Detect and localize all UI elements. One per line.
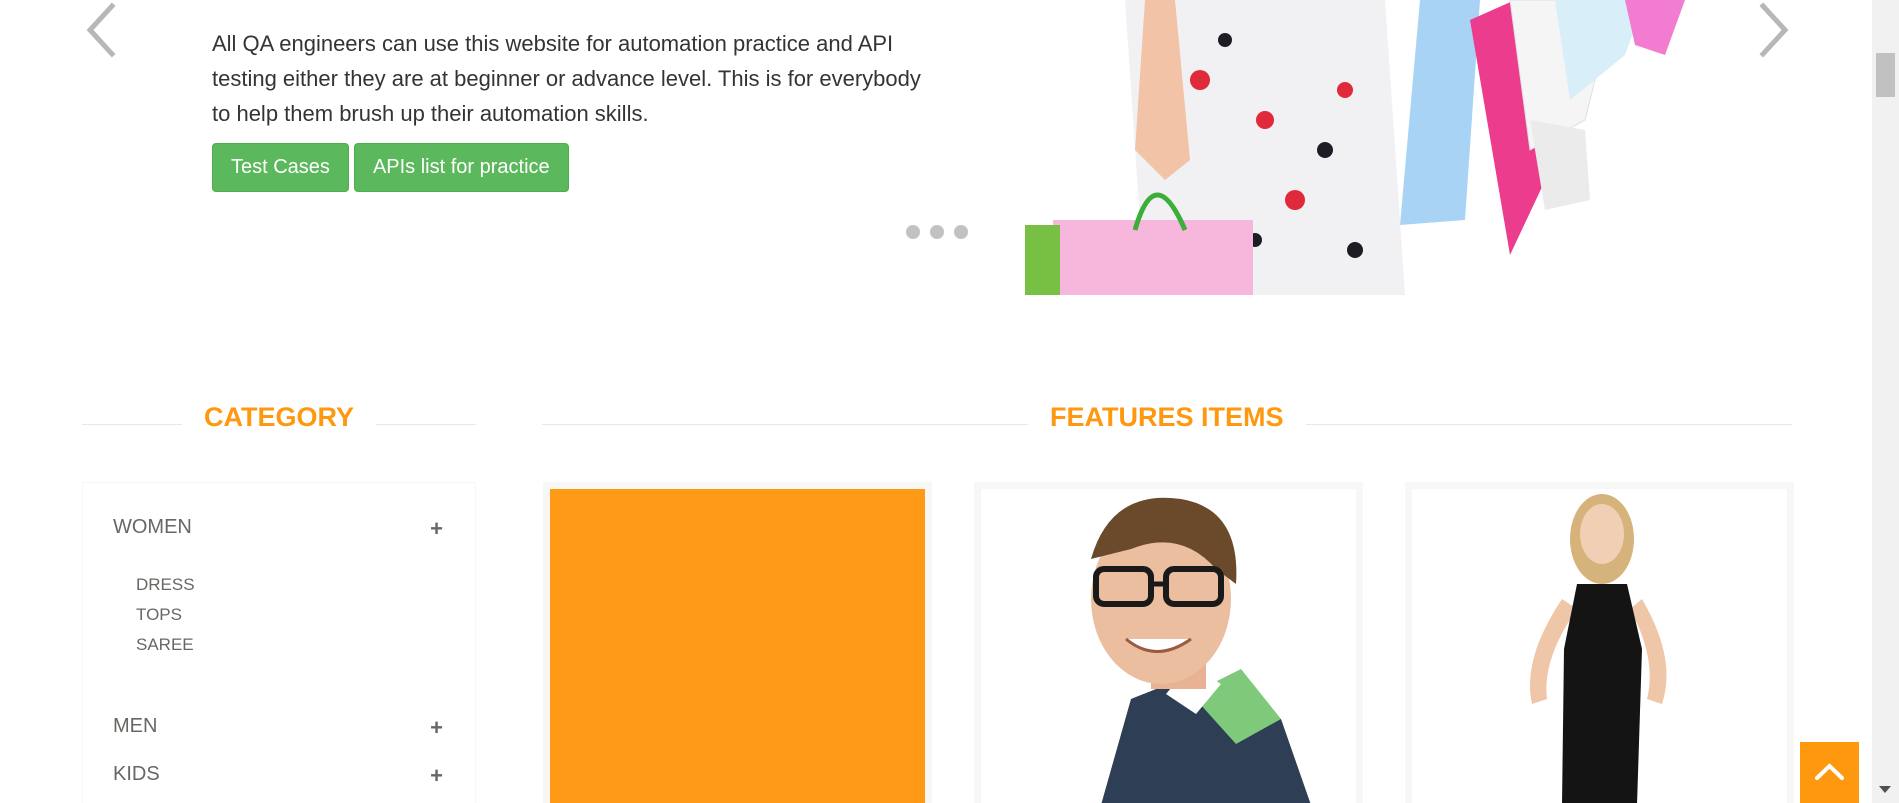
slider-dot[interactable] (954, 225, 968, 239)
plus-icon[interactable]: + (430, 715, 443, 741)
category-title: Category (182, 402, 377, 433)
subcategory-dress[interactable]: Dress (136, 575, 195, 595)
product-card (543, 482, 932, 803)
vertical-scrollbar[interactable] (1872, 0, 1899, 803)
category-men-label: MEN (113, 715, 158, 737)
product-image (550, 489, 925, 803)
scroll-down-arrow-icon[interactable] (1879, 786, 1891, 793)
category-women[interactable]: WOMEN + (113, 516, 443, 546)
hero-shopping-girl-image (1025, 0, 1685, 295)
category-kids[interactable]: KIDS + (113, 763, 443, 793)
subcategory-tops[interactable]: Tops (136, 605, 182, 625)
slider-description: All QA engineers can use this website fo… (212, 31, 921, 126)
slider-buttons: Test Cases APIs list for practice (212, 143, 569, 192)
slider-dot[interactable] (906, 225, 920, 239)
category-panel: WOMEN + Dress Tops Saree MEN + KIDS + (82, 482, 476, 803)
category-men[interactable]: MEN + (113, 715, 443, 745)
slider-indicators (906, 225, 968, 239)
slider-prev-button[interactable] (80, 0, 120, 60)
features-title: Features Items (1028, 402, 1306, 433)
product-image (1412, 489, 1787, 803)
plus-icon[interactable]: + (430, 516, 443, 542)
chevron-left-icon (86, 2, 116, 58)
hero-slider: All QA engineers can use this website fo… (0, 0, 1872, 295)
apis-list-button[interactable]: APIs list for practice (353, 143, 569, 192)
chevron-right-icon (1759, 2, 1789, 58)
test-cases-button[interactable]: Test Cases (212, 143, 349, 192)
scroll-up-button[interactable] (1800, 742, 1859, 803)
chevron-up-icon (1815, 763, 1844, 780)
category-women-label: WOMEN (113, 516, 192, 538)
scrollbar-thumb[interactable] (1876, 53, 1895, 97)
product-card (974, 482, 1363, 803)
plus-icon[interactable]: + (430, 763, 443, 789)
subcategory-saree[interactable]: Saree (136, 635, 194, 655)
slider-dot[interactable] (930, 225, 944, 239)
product-image (981, 489, 1356, 803)
product-card (1405, 482, 1794, 803)
page: All QA engineers can use this website fo… (0, 0, 1899, 803)
slider-next-button[interactable] (1755, 0, 1795, 60)
category-kids-label: KIDS (113, 763, 160, 785)
